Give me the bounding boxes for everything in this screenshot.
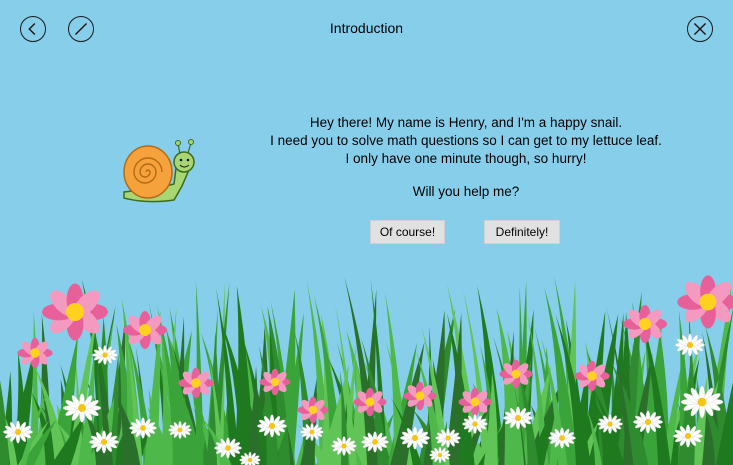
intro-text: Hey there! My name is Henry, and I'm a h… (246, 114, 686, 201)
pink-flower (178, 367, 214, 399)
of-course-button[interactable]: Of course! (370, 220, 445, 244)
pink-flower (42, 283, 108, 341)
flower-meadow (0, 275, 733, 465)
pink-flower (17, 337, 53, 369)
intro-line: I only have one minute though, so hurry! (345, 151, 587, 166)
pink-flower (259, 368, 291, 396)
pink-flower (677, 275, 733, 329)
definitely-button[interactable]: Definitely! (484, 220, 560, 244)
pink-flower (574, 360, 610, 392)
pink-flower (353, 387, 387, 417)
pink-flower (403, 381, 437, 411)
pink-flower (499, 359, 533, 389)
pink-flower (123, 311, 167, 349)
pink-flower (297, 396, 329, 424)
intro-line: I need you to solve math questions so I … (270, 133, 662, 148)
intro-line: Hey there! My name is Henry, and I'm a h… (309, 115, 623, 130)
white-daisy (675, 333, 705, 357)
page-title: Introduction (329, 20, 404, 36)
snail-illustration (123, 139, 195, 203)
pink-flower (458, 387, 492, 417)
pink-flower (623, 305, 667, 343)
help-question: Will you help me? (412, 184, 520, 199)
